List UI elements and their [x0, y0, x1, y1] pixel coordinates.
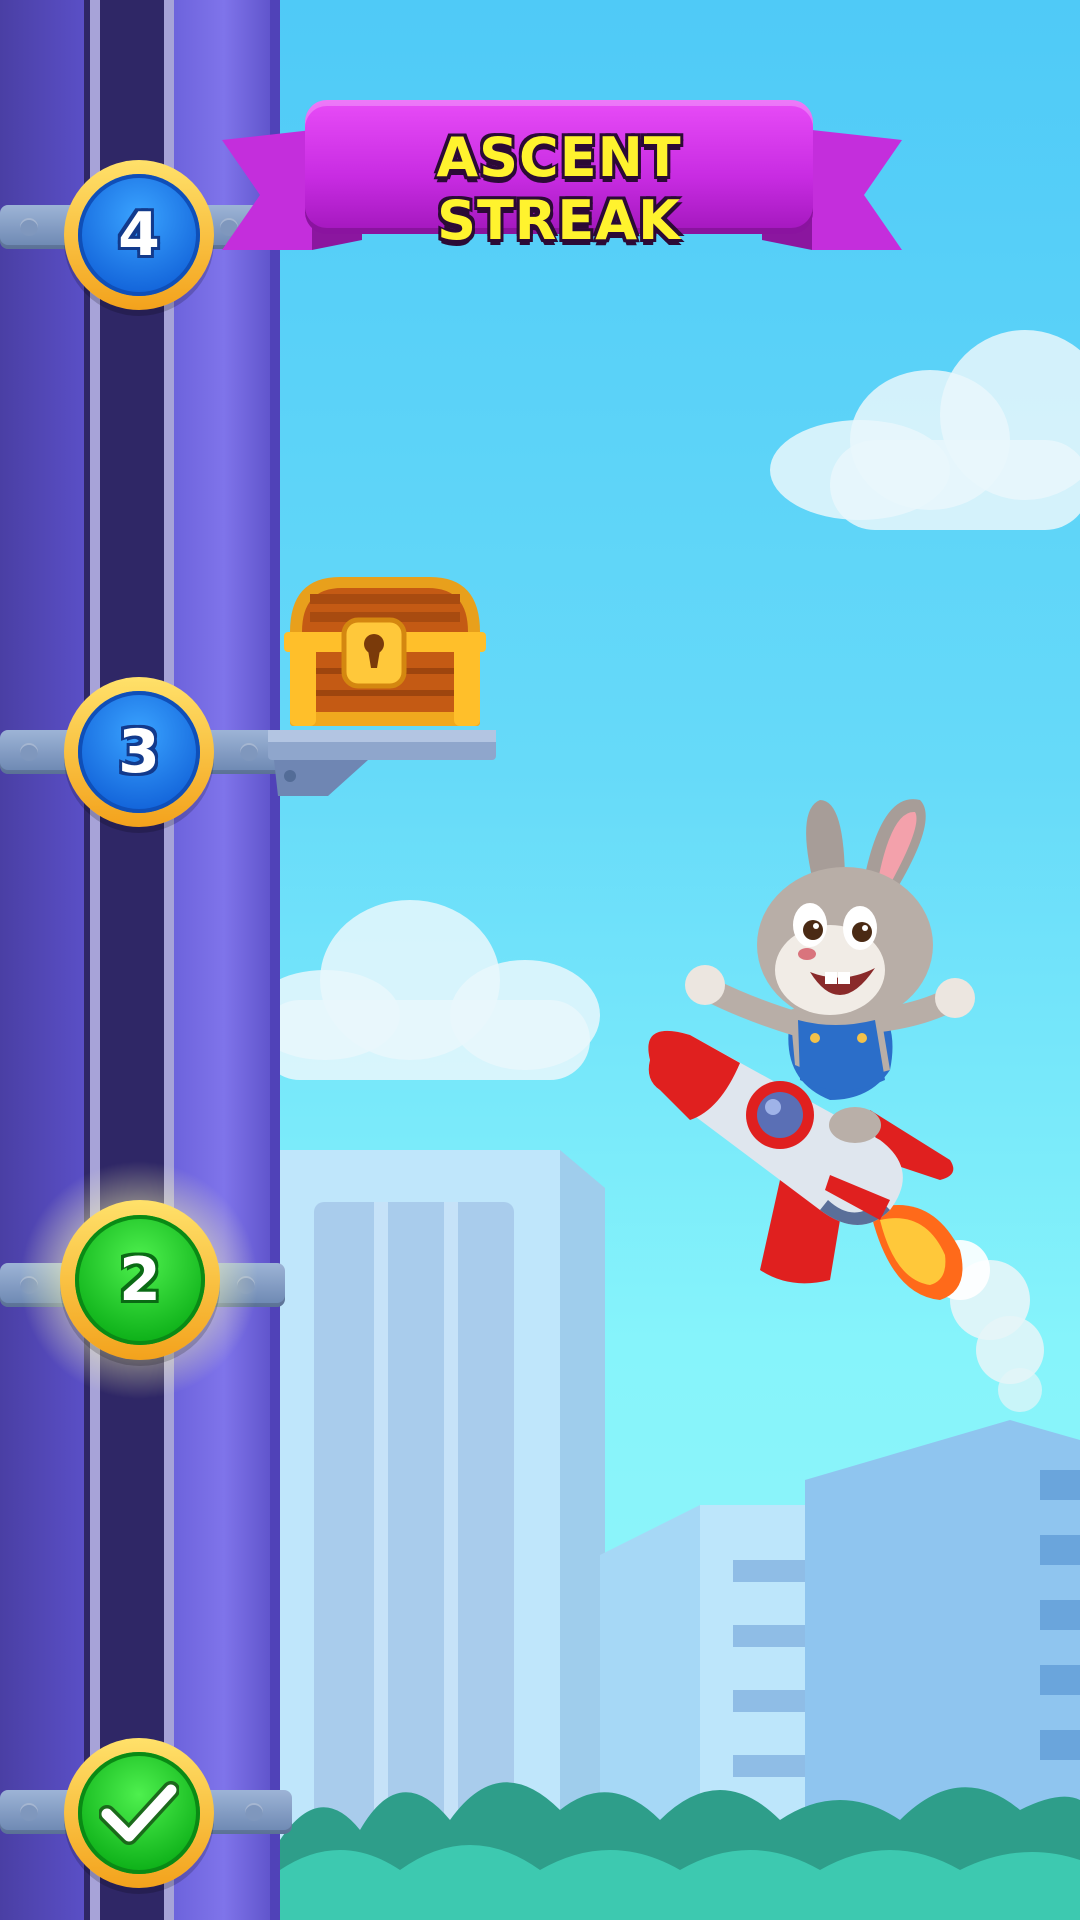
bunny-rocket-character [648, 799, 1044, 1412]
title-banner: ASCENT STREAK [305, 100, 813, 252]
banner-title: ASCENT STREAK [436, 126, 682, 252]
checkmark-icon [99, 1781, 179, 1845]
level-node-1-completed[interactable] [64, 1738, 214, 1888]
level-3-badge: 3 [78, 691, 200, 813]
chest-shelf [268, 730, 496, 796]
level-node-2[interactable]: 2 [60, 1200, 220, 1360]
level-2-number: 2 [119, 1245, 161, 1315]
level-4-number: 4 [118, 200, 160, 270]
level-node-3[interactable]: 3 [64, 677, 214, 827]
level-3-number: 3 [118, 717, 160, 787]
tower-edge [270, 0, 280, 1920]
completed-badge [78, 1752, 200, 1874]
level-2-badge: 2 [75, 1215, 205, 1345]
level-4-badge: 4 [78, 174, 200, 296]
treasure-chest-icon[interactable] [280, 572, 490, 732]
game-scene: 4 3 2 ASCENT STREAK [0, 0, 1080, 1920]
level-node-4[interactable]: 4 [64, 160, 214, 310]
